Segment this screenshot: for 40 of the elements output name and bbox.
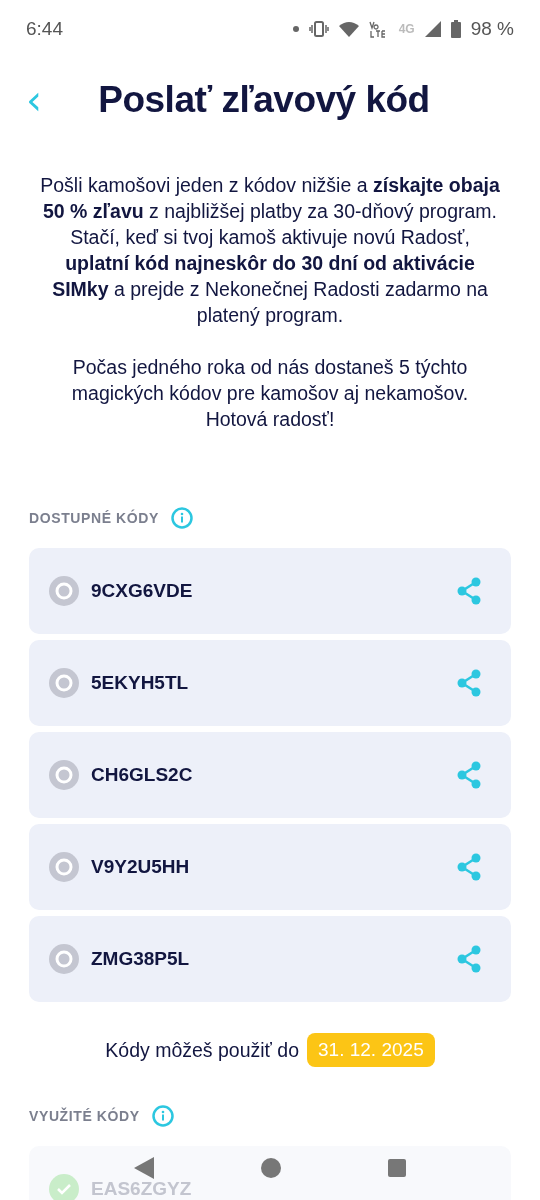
code-text: ZMG38P5L bbox=[91, 948, 191, 970]
back-nav-icon[interactable] bbox=[133, 1157, 154, 1179]
page-title: Poslať zľavový kód bbox=[97, 79, 431, 121]
radio-icon[interactable] bbox=[49, 852, 79, 882]
code-text: V9Y2U5HH bbox=[91, 856, 191, 878]
radio-icon[interactable] bbox=[49, 760, 79, 790]
share-icon[interactable] bbox=[457, 669, 481, 697]
share-icon[interactable] bbox=[457, 577, 481, 605]
notification-dot-icon bbox=[292, 26, 299, 32]
expiry-date-badge: 31. 12. 2025 bbox=[307, 1033, 435, 1067]
radio-icon[interactable] bbox=[49, 668, 79, 698]
clock: 6:44 bbox=[26, 18, 64, 40]
code-text: 5EKYH5TL bbox=[91, 672, 190, 694]
description-paragraph: Počas jedného roka od nás dostaneš 5 týchto magických kódov pre kamošov aj nekamošov. Hotová radosť! bbox=[70, 355, 470, 432]
info-icon[interactable] bbox=[151, 1105, 174, 1127]
code-card[interactable]: 5EKYH5TL bbox=[29, 640, 511, 726]
wifi-icon bbox=[338, 21, 359, 37]
section-label: DOSTUPNÉ KÓDY bbox=[29, 510, 159, 526]
code-text: 9CXG6VDE bbox=[91, 580, 194, 602]
share-icon[interactable] bbox=[457, 761, 481, 789]
battery-percent: 98 % bbox=[470, 18, 514, 40]
radio-icon[interactable] bbox=[49, 576, 79, 606]
info-icon[interactable] bbox=[170, 507, 193, 529]
code-card[interactable]: 9CXG6VDE bbox=[29, 548, 511, 634]
home-nav-icon[interactable] bbox=[261, 1158, 281, 1178]
code-card[interactable]: CH6GLS2C bbox=[29, 732, 511, 818]
radio-icon[interactable] bbox=[49, 944, 79, 974]
description-paragraph: Pošli kamošovi jeden z kódov nižšie a získajte obaja 50 % zľavu z najbližšej platby za 30-dňový program. Stačí, keď si tvoj kamoš aktivuje novú Radosť, uplatní kód najneskôr do 30 dní od aktivácie SIMky a prejde z Nekonečnej Radosti zadarmo na platený program. bbox=[40, 173, 500, 328]
share-icon[interactable] bbox=[457, 945, 481, 973]
code-card[interactable]: V9Y2U5HH bbox=[29, 824, 511, 910]
share-icon[interactable] bbox=[457, 853, 481, 881]
code-text: CH6GLS2C bbox=[91, 764, 194, 786]
validity-text: Kódy môžeš použiť do bbox=[105, 1038, 300, 1062]
battery-icon bbox=[450, 20, 461, 38]
code-card[interactable]: ZMG38P5L bbox=[29, 916, 511, 1002]
signal-icon bbox=[424, 21, 441, 37]
vibrate-icon bbox=[308, 21, 329, 37]
network-type: 4G bbox=[398, 22, 415, 36]
recents-nav-icon[interactable] bbox=[388, 1159, 407, 1177]
section-label: VYUŽITÉ KÓDY bbox=[29, 1108, 140, 1124]
